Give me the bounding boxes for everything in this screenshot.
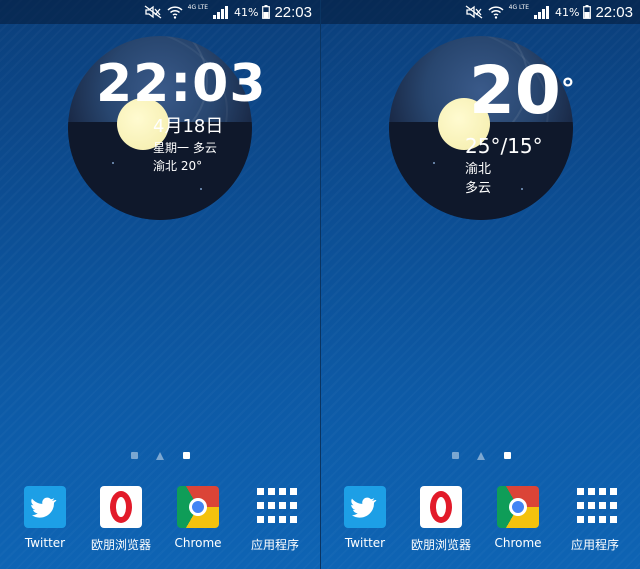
battery-icon bbox=[583, 5, 592, 19]
signal-icon bbox=[213, 6, 228, 19]
page-dot-active[interactable] bbox=[504, 452, 511, 459]
home-screen-left: 4G LTE 41% 22:03 22:03 4月18日 星期一 多云 渝北 2… bbox=[0, 0, 320, 569]
home-page-dot-icon[interactable] bbox=[156, 452, 164, 460]
page-dot[interactable] bbox=[131, 452, 138, 459]
apps-grid-icon bbox=[254, 486, 297, 528]
chrome-icon bbox=[177, 486, 219, 528]
wifi-icon bbox=[167, 6, 183, 19]
app-opera-browser[interactable]: 欧朋浏览器 bbox=[404, 486, 478, 553]
app-opera-browser[interactable]: 欧朋浏览器 bbox=[84, 486, 158, 553]
app-twitter[interactable]: Twitter bbox=[8, 486, 82, 550]
app-label: Chrome bbox=[494, 536, 542, 550]
battery-icon bbox=[262, 5, 271, 19]
app-dock: Twitter 欧朋浏览器 Chrome 应用程序 bbox=[0, 486, 320, 556]
app-drawer[interactable]: 应用程序 bbox=[238, 486, 312, 553]
network-type-label: 4G LTE bbox=[508, 4, 529, 11]
chrome-icon bbox=[497, 486, 539, 528]
widget-date: 4月18日 bbox=[153, 116, 224, 137]
app-dock: Twitter 欧朋浏览器 Chrome 应用程序 bbox=[321, 486, 640, 556]
twitter-icon bbox=[24, 486, 66, 528]
home-screen-right: 4G LTE 41% 22:03 20 ° 25°/15° 渝北 多云 Twit… bbox=[321, 0, 640, 569]
app-twitter[interactable]: Twitter bbox=[328, 486, 402, 550]
signal-icon bbox=[534, 6, 549, 19]
widget-temperature: 20 ° bbox=[469, 56, 575, 126]
app-label: 欧朋浏览器 bbox=[90, 538, 151, 552]
widget-location-temp: 渝北 20° bbox=[153, 159, 203, 173]
page-dot[interactable] bbox=[452, 452, 459, 459]
battery-percent: 41% bbox=[234, 5, 259, 19]
status-bar: 4G LTE 41% 22:03 bbox=[0, 0, 320, 24]
widget-temp-range: 25°/15° bbox=[465, 134, 543, 158]
widget-weekday-weather: 星期一 多云 bbox=[153, 141, 217, 155]
status-bar: 4G LTE 41% 22:03 bbox=[321, 0, 640, 24]
temperature-degree: ° bbox=[560, 72, 575, 105]
status-clock: 22:03 bbox=[595, 3, 633, 21]
app-label: 应用程序 bbox=[250, 538, 299, 552]
app-label: Twitter bbox=[344, 536, 386, 550]
mute-icon bbox=[465, 5, 483, 19]
widget-location: 渝北 bbox=[465, 162, 492, 177]
page-indicator bbox=[321, 450, 640, 462]
app-label: Twitter bbox=[24, 536, 66, 550]
page-dot-active[interactable] bbox=[183, 452, 190, 459]
temperature-value: 20 bbox=[469, 52, 561, 129]
opera-icon bbox=[420, 486, 462, 528]
app-label: Chrome bbox=[174, 536, 222, 550]
app-label: 应用程序 bbox=[570, 538, 619, 552]
opera-icon bbox=[100, 486, 142, 528]
wifi-icon bbox=[488, 6, 504, 19]
app-chrome[interactable]: Chrome bbox=[481, 486, 555, 550]
app-label: 欧朋浏览器 bbox=[410, 538, 471, 552]
app-drawer[interactable]: 应用程序 bbox=[558, 486, 632, 553]
widget-condition: 多云 bbox=[465, 181, 492, 196]
twitter-icon bbox=[344, 486, 386, 528]
widget-clock-time: 22:03 bbox=[96, 54, 267, 114]
page-indicator bbox=[0, 450, 320, 462]
network-type-label: 4G LTE bbox=[187, 4, 208, 11]
apps-grid-icon bbox=[574, 486, 617, 528]
home-page-dot-icon[interactable] bbox=[477, 452, 485, 460]
app-chrome[interactable]: Chrome bbox=[161, 486, 235, 550]
status-clock: 22:03 bbox=[274, 3, 312, 21]
mute-icon bbox=[144, 5, 162, 19]
battery-percent: 41% bbox=[555, 5, 580, 19]
